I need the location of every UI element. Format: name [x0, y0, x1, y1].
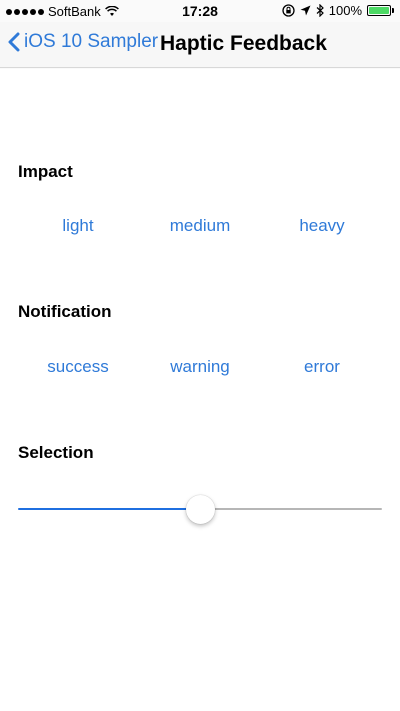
- impact-light-button[interactable]: light: [18, 216, 138, 236]
- notification-error-button[interactable]: error: [262, 357, 382, 377]
- impact-section-title: Impact: [18, 162, 73, 181]
- notification-warning-button[interactable]: warning: [140, 357, 260, 377]
- battery-tip: [392, 8, 394, 13]
- selection-section-title: Selection: [18, 443, 94, 462]
- chevron-left-icon: [8, 32, 20, 52]
- slider-max-track: [200, 508, 382, 510]
- impact-medium-button[interactable]: medium: [140, 216, 260, 236]
- rotation-lock-icon: [282, 4, 295, 17]
- battery-percent: 100%: [328, 3, 362, 18]
- navigation-bar: iOS 10 Sampler Haptic Feedback: [0, 22, 400, 68]
- selection-slider[interactable]: [18, 495, 382, 525]
- page-title: Haptic Feedback: [160, 32, 327, 55]
- status-bar: SoftBank 17:28 100%: [0, 0, 400, 22]
- bluetooth-icon: [316, 4, 324, 17]
- slider-min-track: [18, 508, 200, 510]
- impact-heavy-button[interactable]: heavy: [262, 216, 382, 236]
- battery-icon: [367, 5, 391, 16]
- notification-section-title: Notification: [18, 302, 112, 321]
- battery-fill: [369, 7, 389, 14]
- slider-thumb[interactable]: [185, 495, 215, 524]
- location-arrow-icon: [300, 5, 311, 16]
- status-right: 100%: [282, 3, 394, 18]
- notification-success-button[interactable]: success: [18, 357, 138, 377]
- main-content: Impact light medium heavy Notification s…: [0, 69, 400, 711]
- back-button[interactable]: iOS 10 Sampler: [8, 31, 158, 53]
- back-button-label: iOS 10 Sampler: [24, 31, 159, 52]
